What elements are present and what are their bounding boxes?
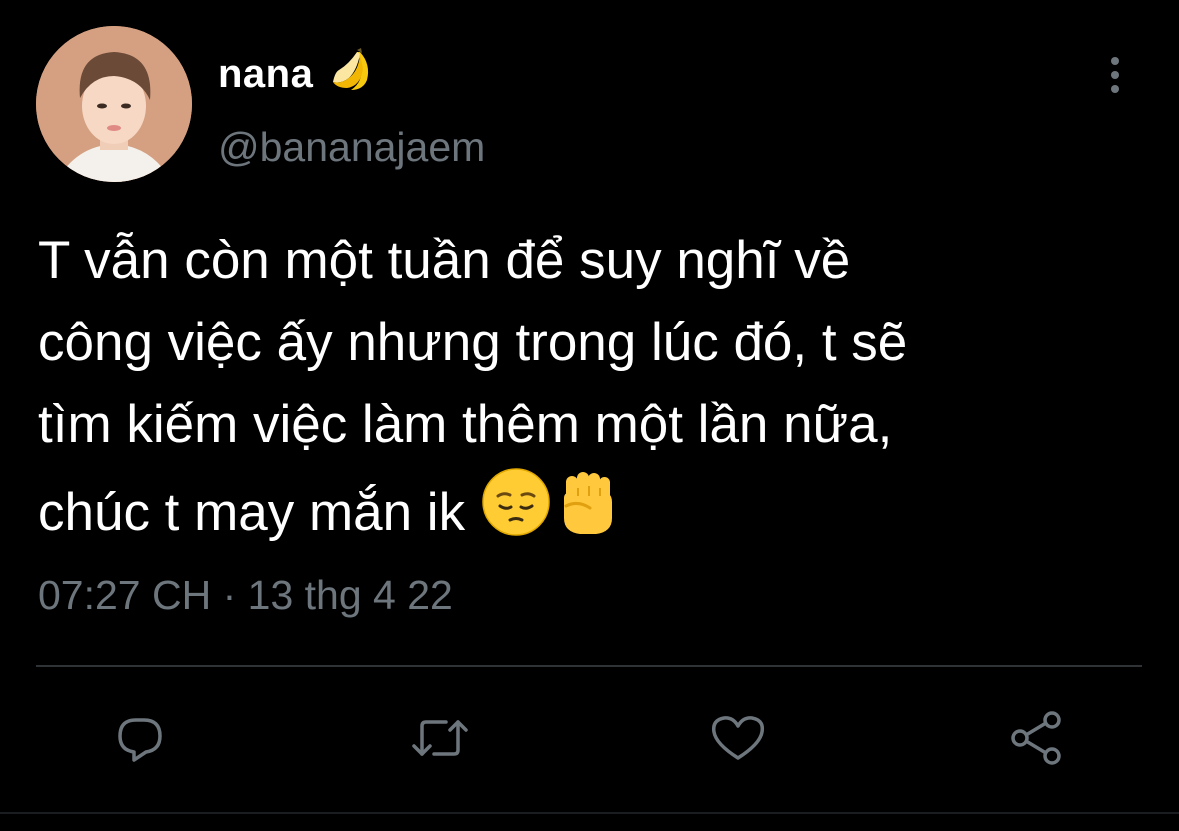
tweet-text: T vẫn còn một tuần để suy nghĩ về công v… [38, 220, 1148, 562]
tweet-body: T vẫn còn một tuần để suy nghĩ về công v… [38, 231, 908, 542]
like-button[interactable] [708, 710, 768, 770]
user-handle[interactable]: @bananajaem [218, 124, 485, 171]
share-icon [1006, 708, 1066, 773]
reply-button[interactable] [110, 710, 170, 770]
display-name-row[interactable]: nana [218, 42, 381, 106]
heart-icon [708, 710, 768, 771]
tweet-timestamp[interactable]: 07:27 CH · 13 thg 4 22 [38, 572, 453, 619]
share-button[interactable] [1006, 710, 1066, 770]
display-name: nana [218, 51, 314, 96]
divider [36, 665, 1142, 667]
retweet-icon [408, 710, 472, 771]
raised-fist-icon [552, 466, 624, 562]
bottom-divider [0, 812, 1179, 814]
pensive-face-icon [480, 466, 552, 562]
reply-icon [112, 710, 168, 771]
banana-icon [327, 42, 381, 106]
avatar[interactable] [36, 26, 192, 182]
more-options-icon[interactable] [1098, 52, 1132, 98]
retweet-button[interactable] [410, 710, 470, 770]
